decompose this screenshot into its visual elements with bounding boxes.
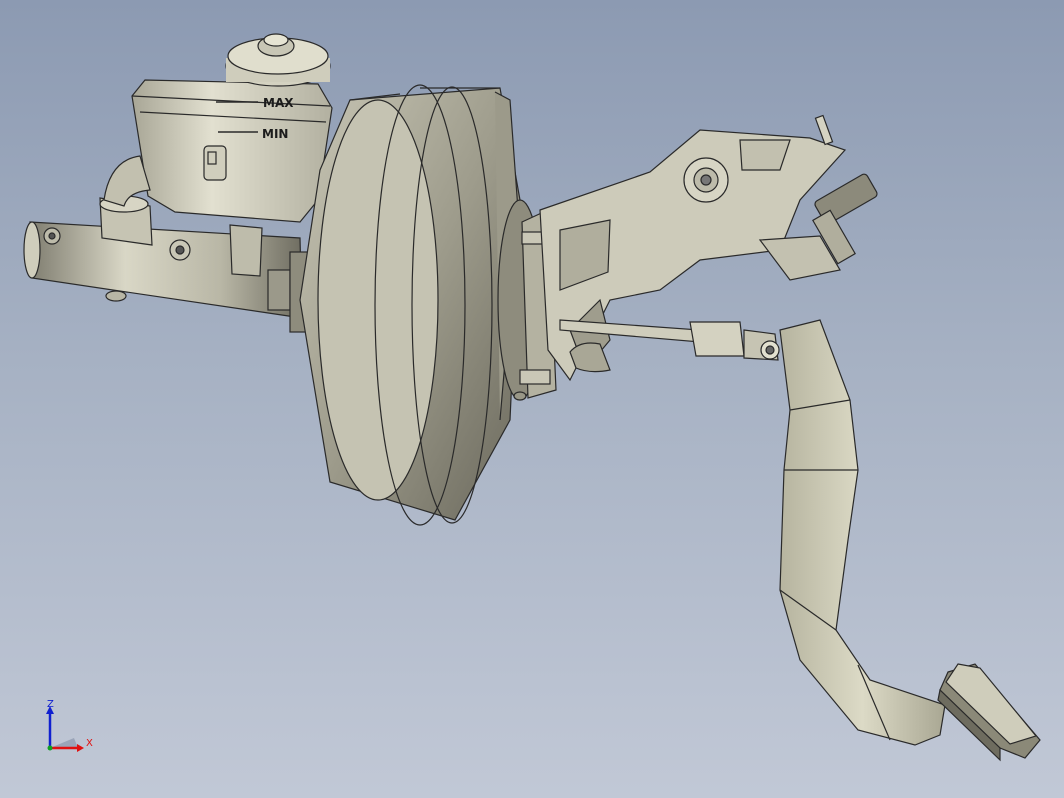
push-rod[interactable] xyxy=(559,319,780,373)
brake-assembly-model[interactable]: MAX MIN xyxy=(0,0,1064,798)
cad-viewport[interactable]: MAX MIN Z X xyxy=(0,0,1064,798)
x-axis-label: X xyxy=(86,738,93,749)
z-axis-label: Z xyxy=(47,699,54,710)
x-axis-arrow-icon xyxy=(77,744,84,752)
brake-pedal-arm[interactable] xyxy=(779,319,946,746)
brake-booster[interactable] xyxy=(299,84,543,526)
triad-plane-icon xyxy=(50,738,78,748)
reservoir-min-label: MIN xyxy=(262,127,288,141)
reservoir-max-label: MAX xyxy=(263,96,294,110)
fluid-reservoir[interactable]: MAX MIN xyxy=(103,33,333,223)
brake-pedal-pad[interactable] xyxy=(937,663,1041,762)
axis-triad: Z X xyxy=(46,699,93,752)
triad-origin xyxy=(47,745,53,751)
